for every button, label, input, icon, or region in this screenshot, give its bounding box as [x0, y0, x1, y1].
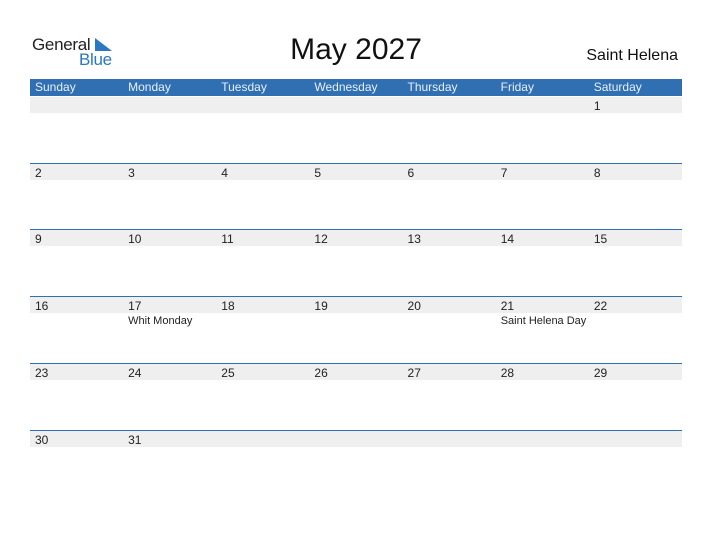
day-cell: 15 [589, 230, 682, 296]
weekday-thursday: Thursday [407, 80, 458, 94]
day-cell: 23 [30, 364, 123, 430]
day-number: 16 [35, 299, 49, 313]
day-number: 13 [407, 232, 421, 246]
day-number: 10 [128, 232, 142, 246]
weekday-friday: Friday [500, 80, 534, 94]
day-number: 26 [314, 366, 328, 380]
day-cell: 28 [496, 364, 589, 430]
week-row: 30 31 [30, 430, 682, 497]
weekday-header: Sunday Monday Tuesday Wednesday Thursday… [30, 79, 682, 96]
day-cell: 27 [403, 364, 496, 430]
weekday-monday: Monday [128, 80, 171, 94]
day-cell [496, 97, 589, 163]
day-cell: 2 [30, 164, 123, 230]
day-number: 11 [221, 232, 234, 246]
day-number: 27 [407, 366, 421, 380]
day-number: 3 [128, 166, 135, 180]
weekday-wednesday: Wednesday [314, 80, 378, 94]
day-cell [403, 97, 496, 163]
day-number: 7 [500, 166, 508, 180]
day-number: 6 [407, 166, 415, 180]
day-number: 18 [221, 299, 235, 313]
day-number: 19 [314, 299, 328, 313]
day-cell [403, 431, 496, 497]
day-cell [216, 97, 309, 163]
day-cell: 1 [589, 97, 682, 163]
day-number: 15 [593, 232, 608, 246]
day-number: 2 [35, 166, 42, 180]
day-cell: 22 [589, 297, 682, 363]
day-cell: 7 [496, 164, 589, 230]
day-cell [589, 431, 682, 497]
day-cell: 16 [30, 297, 123, 363]
day-cell: 26 [309, 364, 402, 430]
day-number: 21 [500, 299, 515, 313]
day-cell [309, 97, 402, 163]
day-cell: 13 [403, 230, 496, 296]
day-number: 20 [407, 299, 421, 313]
day-cell: 14 [496, 230, 589, 296]
day-cell: 3 [123, 164, 216, 230]
day-number: 8 [593, 166, 601, 180]
day-cell [216, 431, 309, 497]
day-cell: 17 Whit Monday [123, 297, 216, 363]
day-cell: 11 [216, 230, 309, 296]
day-cell: 31 [123, 431, 216, 497]
week-row: 9 10 11 12 13 14 15 [30, 229, 682, 296]
day-number: 28 [500, 366, 515, 380]
day-number: 9 [35, 232, 42, 246]
day-number: 25 [221, 366, 235, 380]
day-cell: 9 [30, 230, 123, 296]
day-number: 14 [500, 232, 515, 246]
day-cell: 20 [403, 297, 496, 363]
week-row: 2 3 4 5 6 7 8 [30, 163, 682, 230]
day-cell [123, 97, 216, 163]
day-number: 4 [221, 166, 228, 180]
day-cell: 25 [216, 364, 309, 430]
week-row: 1 [30, 97, 682, 163]
day-cell: 19 [309, 297, 402, 363]
day-number: 1 [593, 99, 601, 113]
day-number: 31 [128, 433, 142, 447]
day-cell: 29 [589, 364, 682, 430]
week-row: 23 24 25 26 27 28 29 [30, 363, 682, 430]
day-number: 29 [593, 366, 608, 380]
day-cell: 30 [30, 431, 123, 497]
week-row: 16 17 Whit Monday 18 19 20 21 Saint Helena Day 2… [30, 296, 682, 363]
day-number: 12 [314, 232, 328, 246]
weekday-sunday: Sunday [35, 80, 76, 94]
day-cell: 4 [216, 164, 309, 230]
day-cell [309, 431, 402, 497]
day-number: 22 [593, 299, 608, 313]
day-cell: 24 [123, 364, 216, 430]
holiday-label: Whit Monday [128, 315, 193, 327]
day-cell: 18 [216, 297, 309, 363]
day-cell [496, 431, 589, 497]
day-cell: 21 Saint Helena Day [496, 297, 589, 363]
day-number: 5 [314, 166, 322, 180]
day-cell: 8 [589, 164, 682, 230]
day-number: 24 [128, 366, 142, 380]
day-cell: 10 [123, 230, 216, 296]
day-cell: 6 [403, 164, 496, 230]
weekday-tuesday: Tuesday [221, 80, 267, 94]
holiday-label: Saint Helena Day [500, 315, 587, 327]
day-cell: 12 [309, 230, 402, 296]
day-cell [30, 97, 123, 163]
country-label: Saint Helena [586, 47, 678, 64]
day-cell: 5 [309, 164, 402, 230]
day-number: 30 [35, 433, 49, 447]
weekday-saturday: Saturday [593, 80, 642, 94]
day-number: 23 [35, 366, 49, 380]
day-number: 17 [128, 299, 142, 313]
